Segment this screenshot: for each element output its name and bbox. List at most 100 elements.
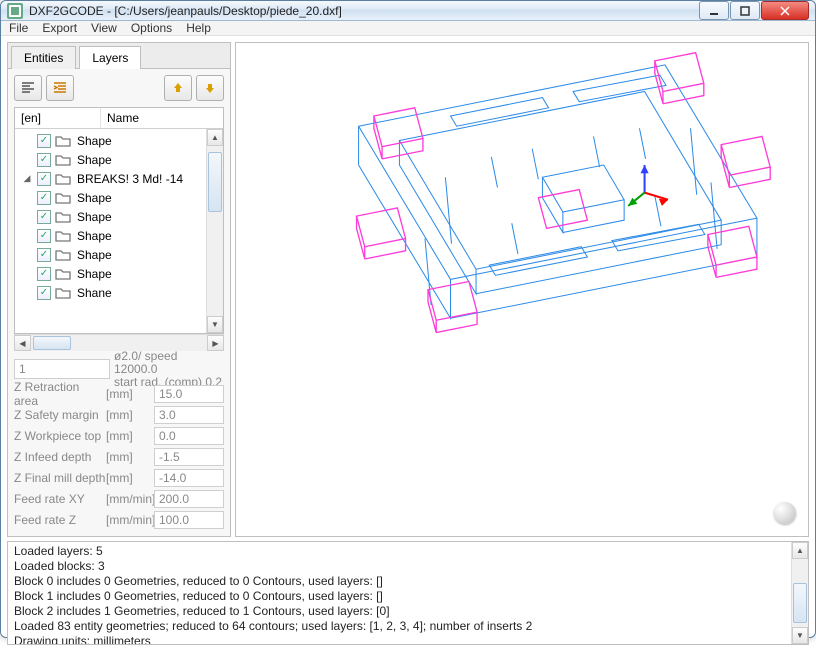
scroll-thumb[interactable] <box>208 152 222 212</box>
visibility-checkbox[interactable]: ✓ <box>37 134 51 148</box>
param-row: Z Workpiece top[mm]0.0 <box>14 425 224 446</box>
log-line: Loaded blocks: 3 <box>14 559 802 574</box>
indent-button[interactable] <box>46 75 74 101</box>
folder-icon <box>55 153 71 167</box>
tool-info: ø2.0/ speed 12000.0 start rad. (comp) 0.… <box>114 350 224 390</box>
param-unit: [mm] <box>106 387 154 401</box>
window-controls <box>699 1 809 20</box>
tree-row[interactable]: ✓Shane <box>15 283 223 302</box>
upper-pane: Entities Layers [en] Name ✓Sh <box>7 42 809 537</box>
app-window: DXF2GCODE - [C:/Users/jeanpauls/Desktop/… <box>0 0 816 638</box>
visibility-checkbox[interactable]: ✓ <box>37 191 51 205</box>
app-icon <box>7 3 23 19</box>
param-unit: [mm] <box>106 429 154 443</box>
folder-icon <box>55 172 71 186</box>
menu-help[interactable]: Help <box>186 21 211 35</box>
log-line: Loaded 83 entity geometries; reduced to … <box>14 619 802 634</box>
menu-export[interactable]: Export <box>42 21 77 35</box>
tree-item-label: Shape <box>77 191 112 205</box>
window-title: DXF2GCODE - [C:/Users/jeanpauls/Desktop/… <box>29 4 699 18</box>
tree-row[interactable]: ✓ Shape <box>15 188 223 207</box>
left-panel: Entities Layers [en] Name ✓Sh <box>7 42 231 537</box>
visibility-checkbox[interactable]: ✓ <box>37 153 51 167</box>
tab-entities[interactable]: Entities <box>11 46 76 69</box>
folder-icon <box>55 248 71 262</box>
menu-view[interactable]: View <box>91 21 117 35</box>
param-label: Feed rate Z <box>14 513 106 527</box>
move-up-button[interactable] <box>164 75 192 101</box>
tree-row[interactable]: ✓Shape <box>15 226 223 245</box>
tree-row[interactable]: ✓Shape <box>15 245 223 264</box>
tree-row[interactable]: ◢ ✓ BREAKS! 3 Md! -14 <box>15 169 223 188</box>
hscroll-thumb[interactable] <box>33 336 71 350</box>
tree-header-en[interactable]: [en] <box>15 108 101 128</box>
expand-icon[interactable]: ◢ <box>21 173 33 184</box>
close-button[interactable] <box>761 1 809 20</box>
log-line: Block 2 includes 1 Geometries, reduced t… <box>14 604 802 619</box>
scroll-left-icon[interactable]: ◀ <box>14 335 31 351</box>
log-vscroll[interactable]: ▲ ▼ <box>791 542 808 644</box>
folder-icon <box>55 134 71 148</box>
tool-number-value: 1 <box>19 362 26 376</box>
visibility-checkbox[interactable]: ✓ <box>37 267 51 281</box>
visibility-checkbox[interactable]: ✓ <box>37 229 51 243</box>
align-left-button[interactable] <box>14 75 42 101</box>
param-label: Z Safety margin <box>14 408 106 422</box>
param-row: Z Safety margin[mm]3.0 <box>14 404 224 425</box>
tree-item-label: Shape <box>77 210 112 224</box>
param-label: Z Final mill depth <box>14 471 106 485</box>
tree-header-name[interactable]: Name <box>101 108 145 128</box>
panel-toolbar <box>8 69 230 107</box>
log-scroll-down-icon[interactable]: ▼ <box>792 627 808 644</box>
panel-tabs: Entities Layers <box>8 43 230 69</box>
tab-layers[interactable]: Layers <box>79 46 141 69</box>
tool-number-spin[interactable]: 1 <box>14 359 110 379</box>
maximize-button[interactable] <box>730 1 760 20</box>
viewport[interactable] <box>235 42 809 537</box>
tree-hscroll[interactable]: ◀ ▶ <box>14 334 224 351</box>
content-area: Entities Layers [en] Name ✓Sh <box>1 36 815 651</box>
param-label: Z Workpiece top <box>14 429 106 443</box>
log-scroll-thumb[interactable] <box>793 583 807 623</box>
param-unit: [mm] <box>106 450 154 464</box>
scroll-up-icon[interactable]: ▲ <box>207 129 223 146</box>
param-value[interactable]: -14.0 <box>154 469 224 487</box>
param-value[interactable]: 15.0 <box>154 385 224 403</box>
visibility-checkbox[interactable]: ✓ <box>37 172 51 186</box>
scroll-down-icon[interactable]: ▼ <box>207 316 223 333</box>
visibility-checkbox[interactable]: ✓ <box>37 210 51 224</box>
param-value[interactable]: 200.0 <box>154 490 224 508</box>
visibility-checkbox[interactable]: ✓ <box>37 248 51 262</box>
tree-row[interactable]: ✓ Shape <box>15 207 223 226</box>
param-value[interactable]: 0.0 <box>154 427 224 445</box>
param-unit: [mm/min] <box>106 492 154 506</box>
drawing-canvas <box>236 43 808 536</box>
param-unit: [mm] <box>106 408 154 422</box>
tree-row[interactable]: ✓Shape <box>15 264 223 283</box>
tree-vscroll[interactable]: ▲ ▼ <box>206 129 223 333</box>
menu-options[interactable]: Options <box>131 21 172 35</box>
tree-row[interactable]: ✓ Shape <box>15 150 223 169</box>
log-scroll-up-icon[interactable]: ▲ <box>792 542 808 559</box>
log-panel[interactable]: Loaded layers: 5Loaded blocks: 3Block 0 … <box>7 541 809 645</box>
param-row: Z Retraction area[mm]15.0 <box>14 383 224 404</box>
minimize-button[interactable] <box>699 1 729 20</box>
folder-icon <box>55 229 71 243</box>
tree-row[interactable]: ✓Shape <box>15 131 223 150</box>
menu-file[interactable]: File <box>9 21 28 35</box>
tree-item-label: BREAKS! 3 Md! -14 <box>77 172 183 186</box>
tree-body[interactable]: ✓Shape✓Shape◢✓BREAKS! 3 Md! -14✓Shape✓Sh… <box>15 129 223 333</box>
folder-icon <box>55 286 71 300</box>
titlebar[interactable]: DXF2GCODE - [C:/Users/jeanpauls/Desktop/… <box>1 1 815 21</box>
param-value[interactable]: -1.5 <box>154 448 224 466</box>
visibility-checkbox[interactable]: ✓ <box>37 286 51 300</box>
log-line: Loaded layers: 5 <box>14 544 802 559</box>
param-value[interactable]: 100.0 <box>154 511 224 529</box>
tool-info-line1: ø2.0/ speed 12000.0 <box>114 350 224 376</box>
layer-tree: [en] Name ✓ Shape ✓ Shape ◢ ✓ BREAKS! 3 Md! -1… <box>14 107 224 334</box>
log-line: Drawing units: millimeters <box>14 634 802 645</box>
tree-header: [en] Name <box>15 108 223 129</box>
param-value[interactable]: 3.0 <box>154 406 224 424</box>
tree-item-label: Shape <box>77 153 112 167</box>
move-down-button[interactable] <box>196 75 224 101</box>
